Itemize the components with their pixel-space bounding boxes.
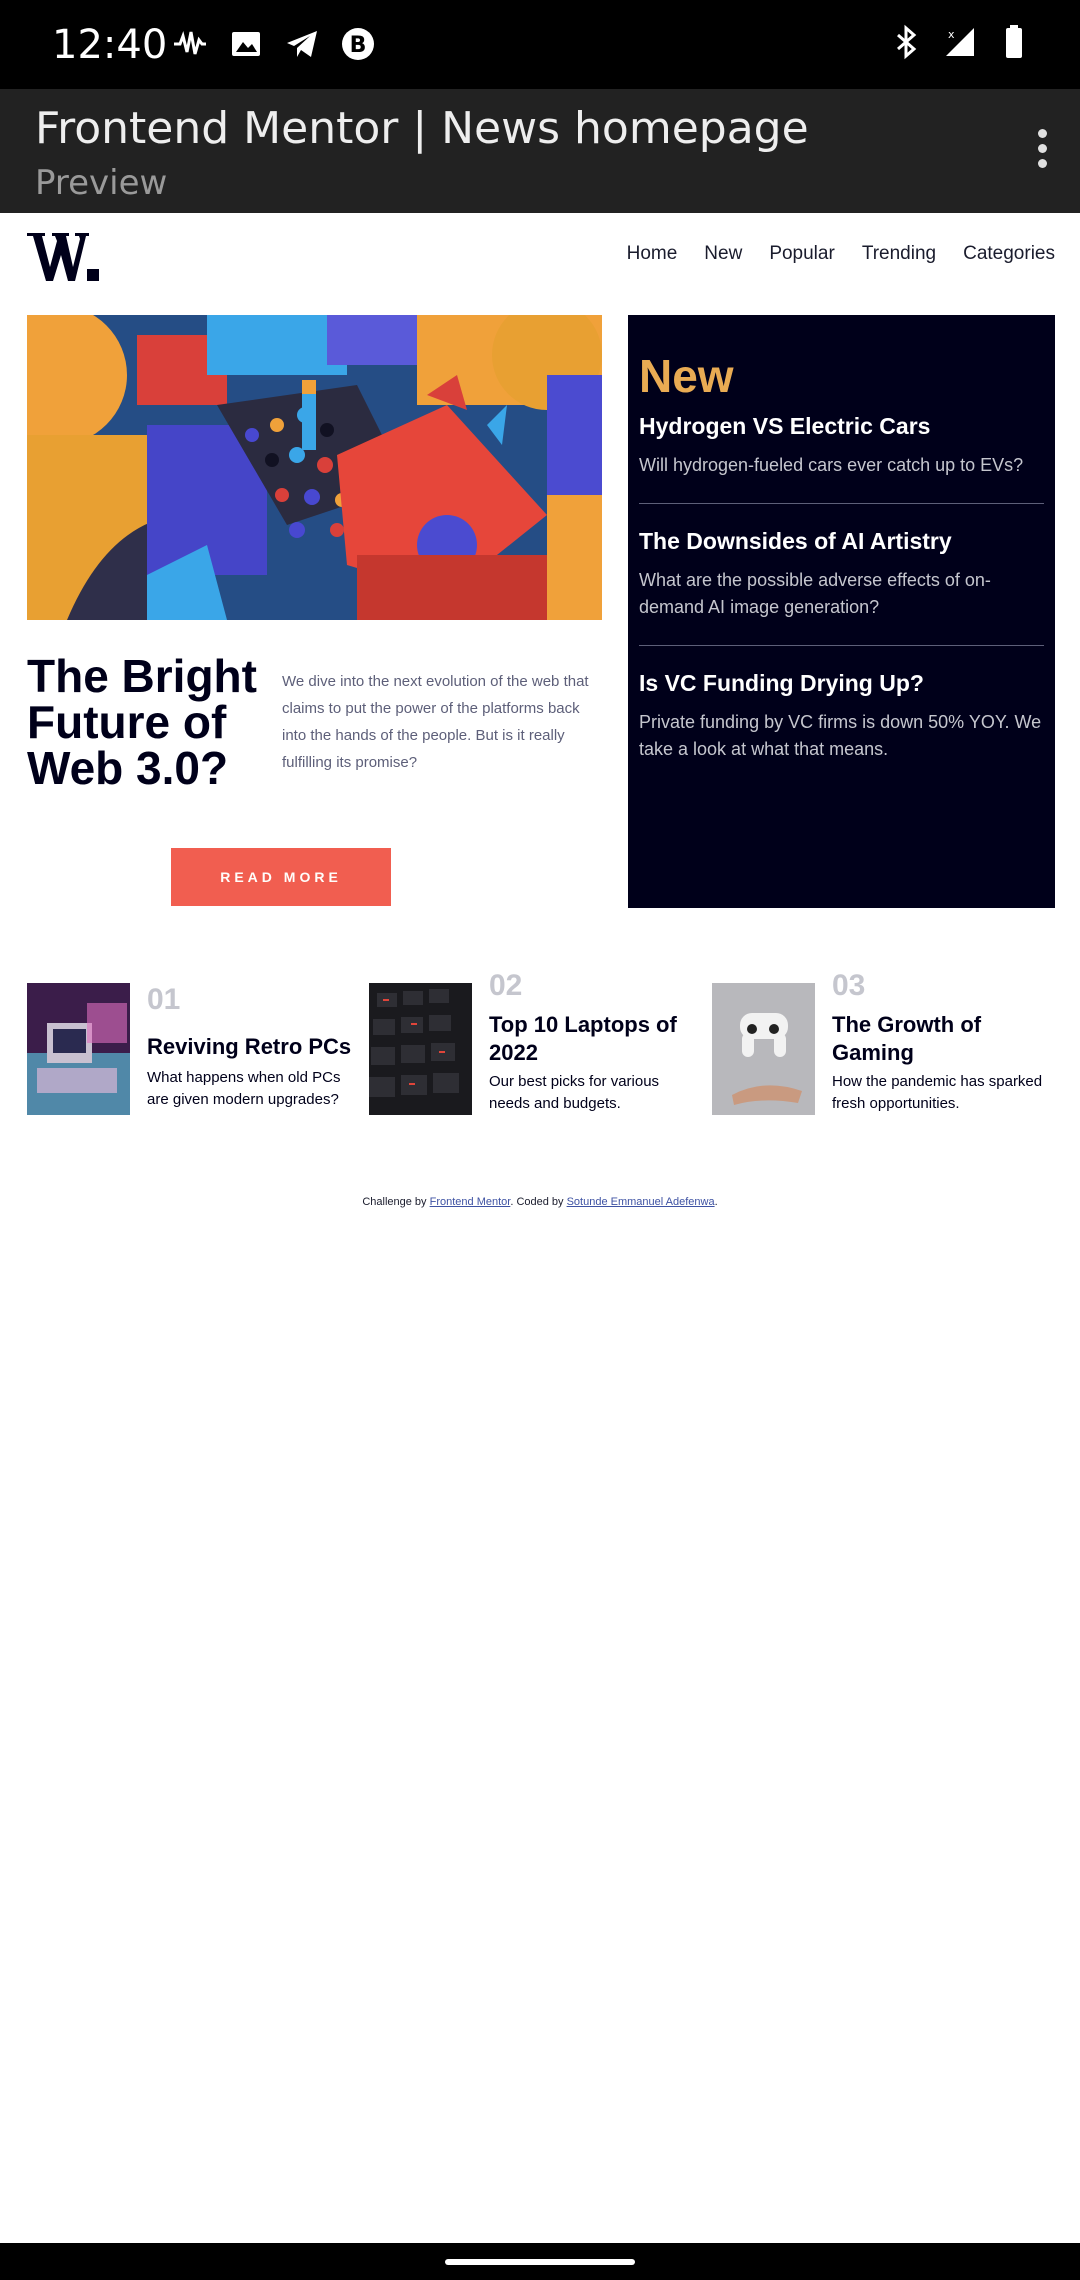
card-number: 02 (489, 969, 523, 1002)
battery-icon (1006, 25, 1022, 58)
new-item[interactable]: The Downsides of AI Artistry What are th… (639, 528, 1044, 621)
nav-popular[interactable]: Popular (769, 243, 835, 265)
no-signal-icon: x (946, 28, 974, 56)
new-item[interactable]: Is VC Funding Drying Up? Private funding… (639, 670, 1044, 763)
new-heading: New (639, 350, 734, 402)
new-item-text: Will hydrogen-fueled cars ever catch up … (639, 455, 1024, 475)
hero-image (27, 315, 602, 620)
top-articles: 01 Reviving Retro PCs What happens when … (27, 969, 1055, 1123)
page-title: Frontend Mentor | News homepage (35, 103, 809, 154)
article-card[interactable]: 02 Top 10 Laptops of 2022 Our best picks… (369, 969, 709, 1115)
main-nav: Home New Popular Trending Categories (627, 243, 1055, 265)
hero-title: The Bright Future of Web 3.0? (27, 650, 257, 794)
card-title[interactable]: Reviving Retro PCs (147, 1033, 367, 1061)
browser-header: Frontend Mentor | News homepage Preview (0, 89, 1080, 213)
more-options-icon[interactable] (1034, 129, 1050, 173)
divider (639, 645, 1044, 646)
footer-prefix: Challenge by (362, 1196, 430, 1208)
nav-categories[interactable]: Categories (963, 243, 1055, 265)
bluetooth-icon (897, 24, 917, 60)
retro-pc-image (27, 983, 130, 1115)
game-controller-image (712, 983, 815, 1115)
read-more-button[interactable]: READ MORE (171, 848, 391, 906)
svg-text:B: B (350, 33, 367, 58)
screen: 12:40 B x Frontend Mentor | News homepag… (0, 0, 1080, 2280)
home-indicator[interactable] (445, 2259, 635, 2265)
author-link[interactable]: Sotunde Emmanuel Adefenwa (567, 1196, 715, 1208)
footer-suffix: . (714, 1196, 718, 1208)
gesture-bar (0, 2243, 1080, 2280)
article-card[interactable]: 01 Reviving Retro PCs What happens when … (27, 983, 367, 1123)
frontend-mentor-link[interactable]: Frontend Mentor (430, 1196, 511, 1208)
svg-text:x: x (948, 28, 955, 41)
footer-middle: . Coded by (510, 1196, 567, 1208)
new-item[interactable]: Hydrogen VS Electric Cars Will hydrogen-… (639, 413, 1044, 479)
status-time: 12:40 (52, 22, 168, 68)
new-item-text: What are the possible adverse effects of… (639, 570, 991, 617)
card-title[interactable]: Top 10 Laptops of 2022 (489, 1011, 709, 1067)
site-logo[interactable] (27, 227, 99, 287)
b-circle-icon: B (342, 28, 374, 60)
card-title[interactable]: The Growth of Gaming (832, 1011, 1047, 1067)
nav-trending[interactable]: Trending (862, 243, 936, 265)
new-item-title[interactable]: The Downsides of AI Artistry (639, 528, 1044, 555)
card-text: How the pandemic has sparked fresh oppor… (832, 1073, 1043, 1112)
divider (639, 503, 1044, 504)
page-subtitle: Preview (35, 163, 168, 203)
card-text: Our best picks for various needs and bud… (489, 1073, 660, 1112)
new-item-title[interactable]: Is VC Funding Drying Up? (639, 670, 1044, 697)
telegram-icon (287, 31, 317, 57)
new-sidebar: New Hydrogen VS Electric Cars Will hydro… (628, 315, 1055, 908)
nav-home[interactable]: Home (627, 243, 678, 265)
card-text: What happens when old PCs are given mode… (147, 1069, 341, 1108)
laptop-keyboard-image (369, 983, 472, 1115)
card-number: 03 (832, 969, 866, 1002)
hero-description: We dive into the next evolution of the w… (282, 673, 589, 771)
nav-new[interactable]: New (704, 243, 742, 265)
article-card[interactable]: 03 The Growth of Gaming How the pandemic… (712, 969, 1052, 1115)
card-number: 01 (147, 983, 181, 1016)
new-item-title[interactable]: Hydrogen VS Electric Cars (639, 413, 1044, 440)
web-page: Home New Popular Trending Categories The… (0, 213, 1080, 2243)
new-item-text: Private funding by VC firms is down 50% … (639, 712, 1042, 759)
podcast-icon (174, 30, 206, 55)
status-bar: 12:40 B x (0, 0, 1080, 89)
attribution-footer: Challenge by Frontend Mentor. Coded by S… (0, 1196, 1080, 1208)
image-icon (232, 32, 260, 56)
